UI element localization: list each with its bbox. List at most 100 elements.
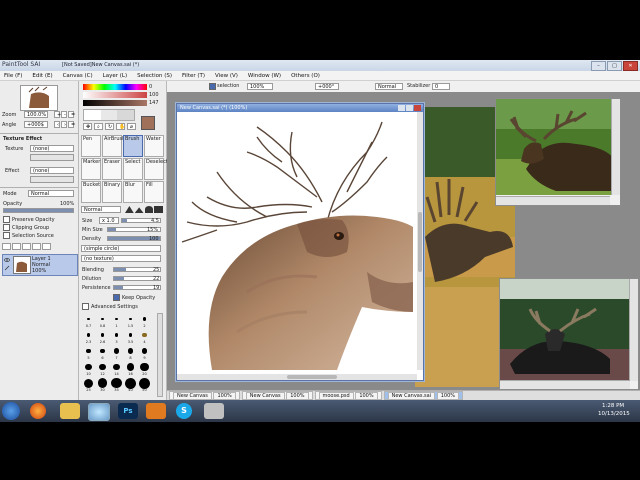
brush-size-preset[interactable]: 0.7: [82, 313, 95, 329]
saturation-slider[interactable]: [83, 92, 147, 98]
shape-round-icon[interactable]: [144, 206, 154, 213]
preserve-opacity-option[interactable]: Preserve Opacity: [3, 216, 55, 223]
hand-tool-icon[interactable]: ✋: [116, 123, 125, 130]
brush-size-preset[interactable]: 4: [138, 329, 151, 345]
brush-size-preset[interactable]: 12: [96, 361, 109, 377]
clipping-group-option[interactable]: Clipping Group: [3, 224, 49, 231]
photo-hscrollbar-top[interactable]: [496, 196, 610, 205]
bucket-tool[interactable]: Bucket: [81, 181, 101, 203]
menu-edit[interactable]: Edit (E): [32, 71, 52, 80]
rotate-right-button[interactable]: ›: [61, 121, 67, 128]
zoom-tool-icon[interactable]: ⌕: [94, 123, 103, 130]
reference-window-bottom[interactable]: [499, 278, 639, 390]
water-tool[interactable]: Water: [144, 135, 164, 157]
brush-size-preset[interactable]: 1: [110, 313, 123, 329]
selection-source-option[interactable]: Selection Source: [3, 232, 54, 239]
fill-tool[interactable]: Fill: [144, 181, 164, 203]
stabilizer-select[interactable]: 0: [432, 83, 450, 90]
eye-icon[interactable]: [4, 257, 10, 262]
close-icon[interactable]: ✕: [623, 61, 638, 71]
size-multiplier-select[interactable]: x 1.0: [99, 217, 119, 224]
maximize-icon[interactable]: □: [607, 61, 622, 71]
texture-scale-field[interactable]: [30, 154, 74, 161]
angle-value-field[interactable]: +000$: [24, 121, 48, 128]
select-tool[interactable]: Select: [123, 158, 143, 180]
photo-scrollbar-top[interactable]: [611, 99, 620, 195]
menu-filter[interactable]: Filter (T): [182, 71, 205, 80]
explorer-icon[interactable]: [60, 403, 80, 419]
doc-tab[interactable]: New Canvas 100%: [241, 391, 313, 400]
photo-hscrollbar-bottom[interactable]: [500, 380, 630, 389]
brush-size-preset[interactable]: 3.5: [124, 329, 137, 345]
primary-color-swatch[interactable]: [141, 116, 155, 130]
canvas-vertical-scrollbar[interactable]: [417, 112, 423, 370]
doc-tab[interactable]: moose.psd 100%: [314, 391, 382, 400]
effect-width-field[interactable]: [30, 176, 74, 183]
binary-tool[interactable]: Binary: [102, 181, 122, 203]
minimize-icon[interactable]: –: [591, 61, 606, 71]
reference-window-top[interactable]: [495, 98, 621, 206]
deselect-tool[interactable]: Deselect: [144, 158, 168, 180]
transfer-down-button[interactable]: [22, 243, 31, 250]
brush-tool[interactable]: Brush: [123, 135, 143, 157]
blur-tool[interactable]: Blur: [123, 181, 143, 203]
sai-icon[interactable]: [88, 403, 110, 421]
menu-window[interactable]: Window (W): [248, 71, 281, 80]
zoom-in-button[interactable]: +: [54, 111, 61, 118]
firefox-icon[interactable]: [30, 403, 46, 419]
keep-opacity-option[interactable]: Keep Opacity: [113, 294, 155, 301]
brush-size-preset[interactable]: 40: [124, 377, 137, 393]
layer-row[interactable]: Layer 1 Normal 100%: [2, 254, 78, 276]
brush-size-preset[interactable]: 6: [96, 345, 109, 361]
brush-size-preset[interactable]: 0.8: [96, 313, 109, 329]
menu-selection[interactable]: Selection (S): [137, 71, 172, 80]
brush-size-preset[interactable]: 8: [124, 345, 137, 361]
brush-size-preset[interactable]: 16: [124, 361, 137, 377]
zoom-field[interactable]: 100%: [247, 83, 273, 90]
zoom-reset-button[interactable]: =: [68, 111, 75, 118]
paint-icon[interactable]: [204, 403, 224, 419]
opacity-slider[interactable]: [3, 208, 74, 213]
rotate-left-button[interactable]: ‹: [54, 121, 60, 128]
brush-size-preset[interactable]: 3: [110, 329, 123, 345]
brush-size-preset[interactable]: 25: [82, 377, 95, 393]
navigator-preview[interactable]: [20, 85, 58, 111]
brush-size-preset[interactable]: 1.5: [124, 313, 137, 329]
brush-size-preset[interactable]: 30: [96, 377, 109, 393]
shape-flat-icon[interactable]: [154, 206, 163, 213]
menu-others[interactable]: Others (O): [291, 71, 320, 80]
canvas-horizontal-scrollbar[interactable]: [177, 374, 417, 380]
eyedropper-tool-icon[interactable]: ⌀: [127, 123, 136, 130]
brush-size-preset[interactable]: 5: [82, 345, 95, 361]
canvas-maximize-icon[interactable]: [406, 105, 413, 111]
clock-date[interactable]: 10/13/2015: [598, 411, 630, 417]
rotate-tool-icon[interactable]: ↻: [105, 123, 114, 130]
layer-mode-select[interactable]: Normal: [28, 190, 74, 197]
office-icon[interactable]: [146, 403, 166, 419]
move-tool-icon[interactable]: ✥: [83, 123, 92, 130]
eraser-tool[interactable]: Eraser: [102, 158, 122, 180]
brush-size-preset[interactable]: 7: [110, 345, 123, 361]
preset-scrollbar[interactable]: [157, 313, 163, 397]
new-layer-button[interactable]: [2, 243, 11, 250]
skype-icon[interactable]: S: [176, 403, 192, 419]
brush-size-preset[interactable]: 2.6: [96, 329, 109, 345]
menu-canvas[interactable]: Canvas (C): [63, 71, 93, 80]
brush-size-preset[interactable]: 2.3: [82, 329, 95, 345]
brush-mode-select[interactable]: Normal: [81, 206, 121, 213]
new-folder-button[interactable]: [12, 243, 21, 250]
photoshop-icon[interactable]: Ps: [118, 403, 138, 419]
start-icon[interactable]: [2, 402, 20, 420]
shape-triangle-icon[interactable]: [125, 206, 134, 213]
brush-size-preset[interactable]: 20: [138, 361, 151, 377]
swatch-strip[interactable]: [83, 109, 135, 121]
brush-size-preset[interactable]: 50: [138, 377, 151, 393]
effect-select[interactable]: (none): [30, 167, 74, 174]
brush-size-preset[interactable]: 14: [110, 361, 123, 377]
photo-scrollbar-bottom[interactable]: [629, 279, 638, 381]
brush-size-preset[interactable]: 10: [82, 361, 95, 377]
brush-shape-select[interactable]: (simple circle): [81, 245, 161, 252]
angle-field[interactable]: +000°: [315, 83, 339, 90]
canvas-close-icon[interactable]: [414, 105, 421, 111]
value-slider[interactable]: [83, 100, 147, 106]
